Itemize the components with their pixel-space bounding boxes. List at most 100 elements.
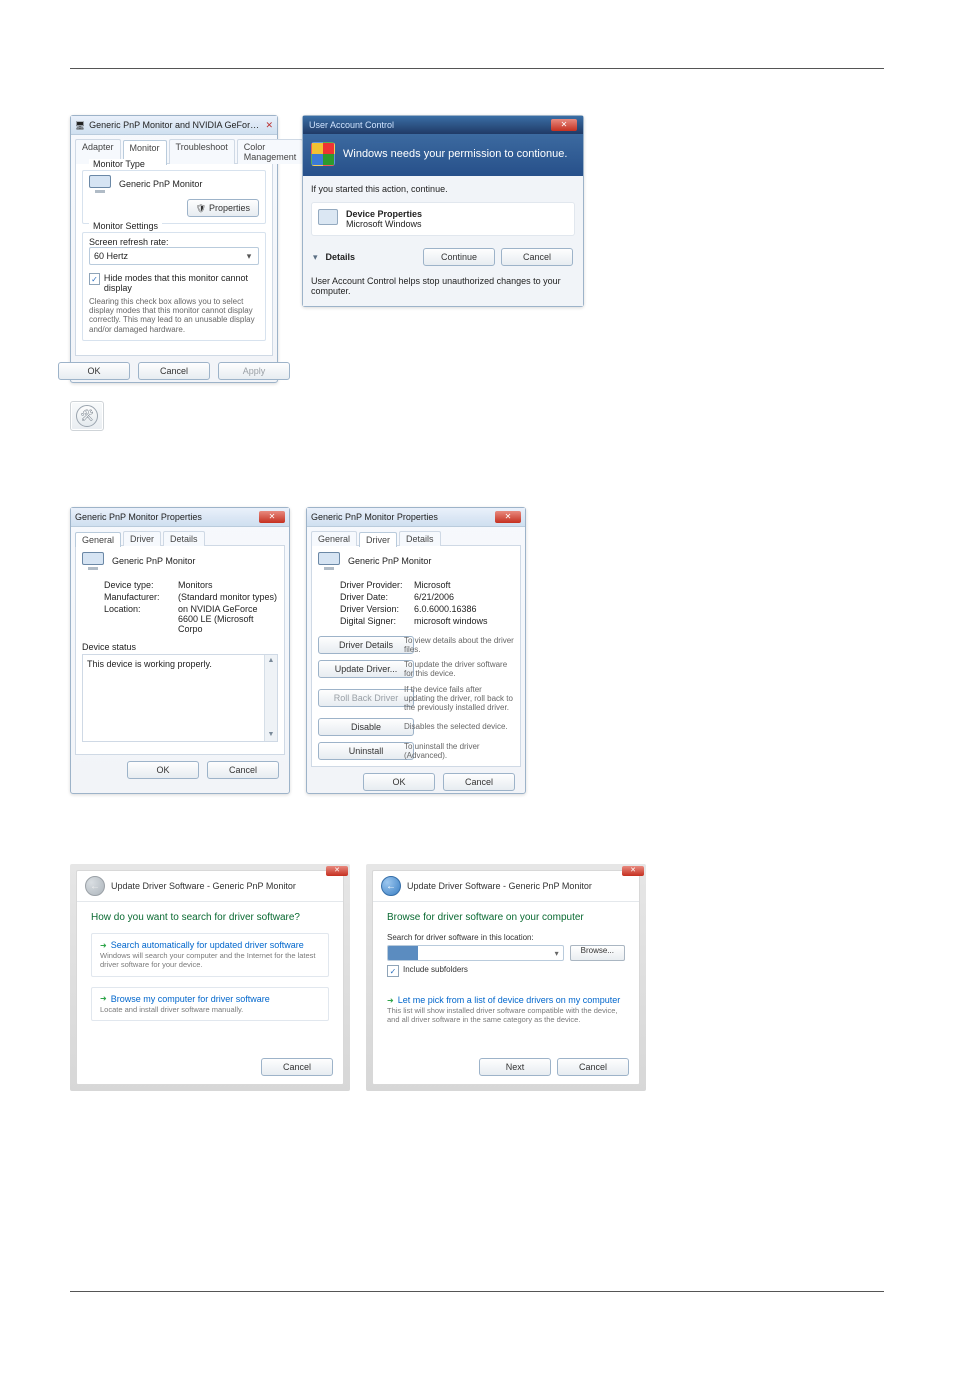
refresh-rate-label: Screen refresh rate: bbox=[89, 237, 259, 247]
chevron-down-icon[interactable]: ▾ bbox=[313, 252, 318, 263]
tab-details[interactable]: Details bbox=[163, 531, 205, 546]
tab-driver[interactable]: Driver bbox=[123, 531, 161, 546]
tab-details[interactable]: Details bbox=[399, 531, 441, 546]
cancel-button[interactable]: Cancel bbox=[138, 362, 210, 380]
disable-note: Disables the selected device. bbox=[404, 722, 514, 731]
tab-color-management[interactable]: Color Management bbox=[237, 139, 304, 164]
monitor-dialog-titlebar[interactable]: 🖥 Generic PnP Monitor and NVIDIA GeForce… bbox=[71, 116, 277, 135]
uac-item-title: Device Properties bbox=[346, 209, 422, 219]
close-icon[interactable]: ✕ bbox=[551, 119, 577, 131]
uac-details-toggle[interactable]: Details bbox=[326, 252, 356, 262]
hide-modes-checkbox[interactable]: ✓ bbox=[89, 273, 100, 285]
device-type-value: Monitors bbox=[178, 580, 278, 590]
cancel-button[interactable]: Cancel bbox=[557, 1058, 629, 1076]
taskbar-monitor-icon-tile[interactable]: 🛠 bbox=[70, 401, 104, 431]
uac-title-text: User Account Control bbox=[309, 120, 394, 130]
hide-modes-label: Hide modes that this monitor cannot disp… bbox=[104, 273, 259, 293]
rollback-driver-note: If the device fails after updating the d… bbox=[404, 685, 514, 713]
version-value: 6.0.6000.16386 bbox=[414, 604, 514, 614]
close-icon[interactable]: ✕ bbox=[326, 866, 348, 876]
tab-driver[interactable]: Driver bbox=[359, 532, 397, 547]
driver-details-button[interactable]: Driver Details bbox=[318, 636, 414, 654]
uac-subtext: If you started this action, continue. bbox=[311, 184, 575, 194]
signer-label: Digital Signer: bbox=[340, 616, 410, 626]
ok-button[interactable]: OK bbox=[363, 773, 435, 791]
driver-details-note: To view details about the driver files. bbox=[404, 636, 514, 654]
cancel-button[interactable]: Cancel bbox=[443, 773, 515, 791]
opt-auto-sub: Windows will search your computer and th… bbox=[100, 952, 320, 969]
dialog-title: Generic PnP Monitor Properties bbox=[311, 512, 491, 522]
wizard-heading: Browse for driver software on your compu… bbox=[387, 912, 625, 923]
refresh-rate-select[interactable]: 60 Hertz ▾ bbox=[89, 247, 259, 265]
scroll-up-icon[interactable]: ▲ bbox=[265, 655, 277, 667]
cancel-button[interactable]: Cancel bbox=[501, 248, 573, 266]
opt-browse-sub: Locate and install driver software manua… bbox=[100, 1006, 320, 1015]
chevron-down-icon: ▾ bbox=[244, 251, 254, 262]
monitor-name: Generic PnP Monitor bbox=[119, 179, 202, 189]
include-subfolders-checkbox[interactable]: ✓ bbox=[387, 965, 399, 977]
back-button[interactable]: ← bbox=[381, 876, 401, 896]
wizard-breadcrumb: Update Driver Software - Generic PnP Mon… bbox=[111, 881, 296, 891]
search-location-label: Search for driver software in this locat… bbox=[387, 933, 625, 942]
update-driver-wizard-search: ✕ ← Update Driver Software - Generic PnP… bbox=[70, 864, 350, 1091]
monitor-type-label: Monitor Type bbox=[89, 159, 149, 169]
refresh-rate-value: 60 Hertz bbox=[94, 251, 128, 261]
pnp-general-titlebar[interactable]: Generic PnP Monitor Properties ✕ bbox=[71, 508, 289, 527]
opt-search-automatically[interactable]: Search automatically for updated driver … bbox=[91, 933, 329, 976]
back-button: ← bbox=[85, 876, 105, 896]
update-driver-button[interactable]: Update Driver... bbox=[318, 660, 414, 678]
cancel-button[interactable]: Cancel bbox=[261, 1058, 333, 1076]
date-value: 6/21/2006 bbox=[414, 592, 514, 602]
disable-button[interactable]: Disable bbox=[318, 718, 414, 736]
device-type-label: Device type: bbox=[104, 580, 174, 590]
device-status-text: This device is working properly. bbox=[87, 659, 212, 669]
dialog-title: Generic PnP Monitor and NVIDIA GeForce 6… bbox=[89, 120, 261, 130]
next-button[interactable]: Next bbox=[479, 1058, 551, 1076]
close-icon[interactable]: ✕ bbox=[259, 511, 285, 523]
hide-modes-note: Clearing this check box allows you to se… bbox=[89, 297, 259, 334]
monitor-settings-label: Monitor Settings bbox=[89, 221, 162, 231]
version-label: Driver Version: bbox=[340, 604, 410, 614]
tab-general[interactable]: General bbox=[75, 532, 121, 547]
dialog-title: Generic PnP Monitor Properties bbox=[75, 512, 255, 522]
wizard-breadcrumb: Update Driver Software - Generic PnP Mon… bbox=[407, 881, 592, 891]
ok-button[interactable]: OK bbox=[58, 362, 130, 380]
opt-browse-computer[interactable]: Browse my computer for driver software L… bbox=[91, 987, 329, 1022]
monitor-properties-dialog: 🖥 Generic PnP Monitor and NVIDIA GeForce… bbox=[70, 115, 278, 383]
browse-button[interactable]: Browse... bbox=[570, 945, 625, 961]
uninstall-note: To uninstall the driver (Advanced). bbox=[404, 742, 514, 760]
pnp-driver-dialog: Generic PnP Monitor Properties ✕ General… bbox=[306, 507, 526, 795]
pnp-driver-titlebar[interactable]: Generic PnP Monitor Properties ✕ bbox=[307, 508, 525, 527]
tab-troubleshoot[interactable]: Troubleshoot bbox=[169, 139, 235, 164]
manufacturer-value: (Standard monitor types) bbox=[178, 592, 278, 602]
close-icon[interactable]: ✕ bbox=[622, 866, 644, 876]
include-subfolders-label: Include subfolders bbox=[403, 965, 468, 974]
uninstall-button[interactable]: Uninstall bbox=[318, 742, 414, 760]
monitor-icon bbox=[89, 175, 111, 193]
opt-let-me-pick[interactable]: Let me pick from a list of device driver… bbox=[387, 995, 625, 1024]
properties-button[interactable]: Properties bbox=[187, 199, 259, 217]
location-label: Location: bbox=[104, 604, 174, 634]
location-combobox[interactable]: ▾ bbox=[387, 945, 564, 961]
cancel-button[interactable]: Cancel bbox=[207, 761, 279, 779]
scrollbar[interactable]: ▲ ▼ bbox=[264, 655, 277, 741]
uac-banner: Windows needs your permission to contion… bbox=[303, 134, 583, 176]
provider-label: Driver Provider: bbox=[340, 580, 410, 590]
update-driver-note: To update the driver software for this d… bbox=[404, 660, 514, 678]
close-icon[interactable]: ✕ bbox=[495, 511, 521, 523]
uac-titlebar[interactable]: User Account Control ✕ bbox=[303, 116, 583, 134]
device-status-label: Device status bbox=[82, 642, 278, 652]
continue-button[interactable]: Continue bbox=[423, 248, 495, 266]
uac-banner-text: Windows needs your permission to contion… bbox=[343, 148, 567, 160]
monitor-icon bbox=[318, 552, 340, 570]
opt-auto-title: Search automatically for updated driver … bbox=[100, 940, 320, 950]
update-driver-wizard-browse: ✕ ← Update Driver Software - Generic PnP… bbox=[366, 864, 646, 1091]
apply-button: Apply bbox=[218, 362, 290, 380]
scroll-down-icon[interactable]: ▼ bbox=[265, 729, 277, 741]
ok-button[interactable]: OK bbox=[127, 761, 199, 779]
tab-general[interactable]: General bbox=[311, 531, 357, 546]
uac-program-item: Device Properties Microsoft Windows bbox=[311, 202, 575, 236]
close-icon[interactable]: ✕ bbox=[265, 120, 273, 131]
device-name: Generic PnP Monitor bbox=[112, 556, 195, 566]
monitor-gadget-icon: 🛠 bbox=[76, 405, 98, 427]
